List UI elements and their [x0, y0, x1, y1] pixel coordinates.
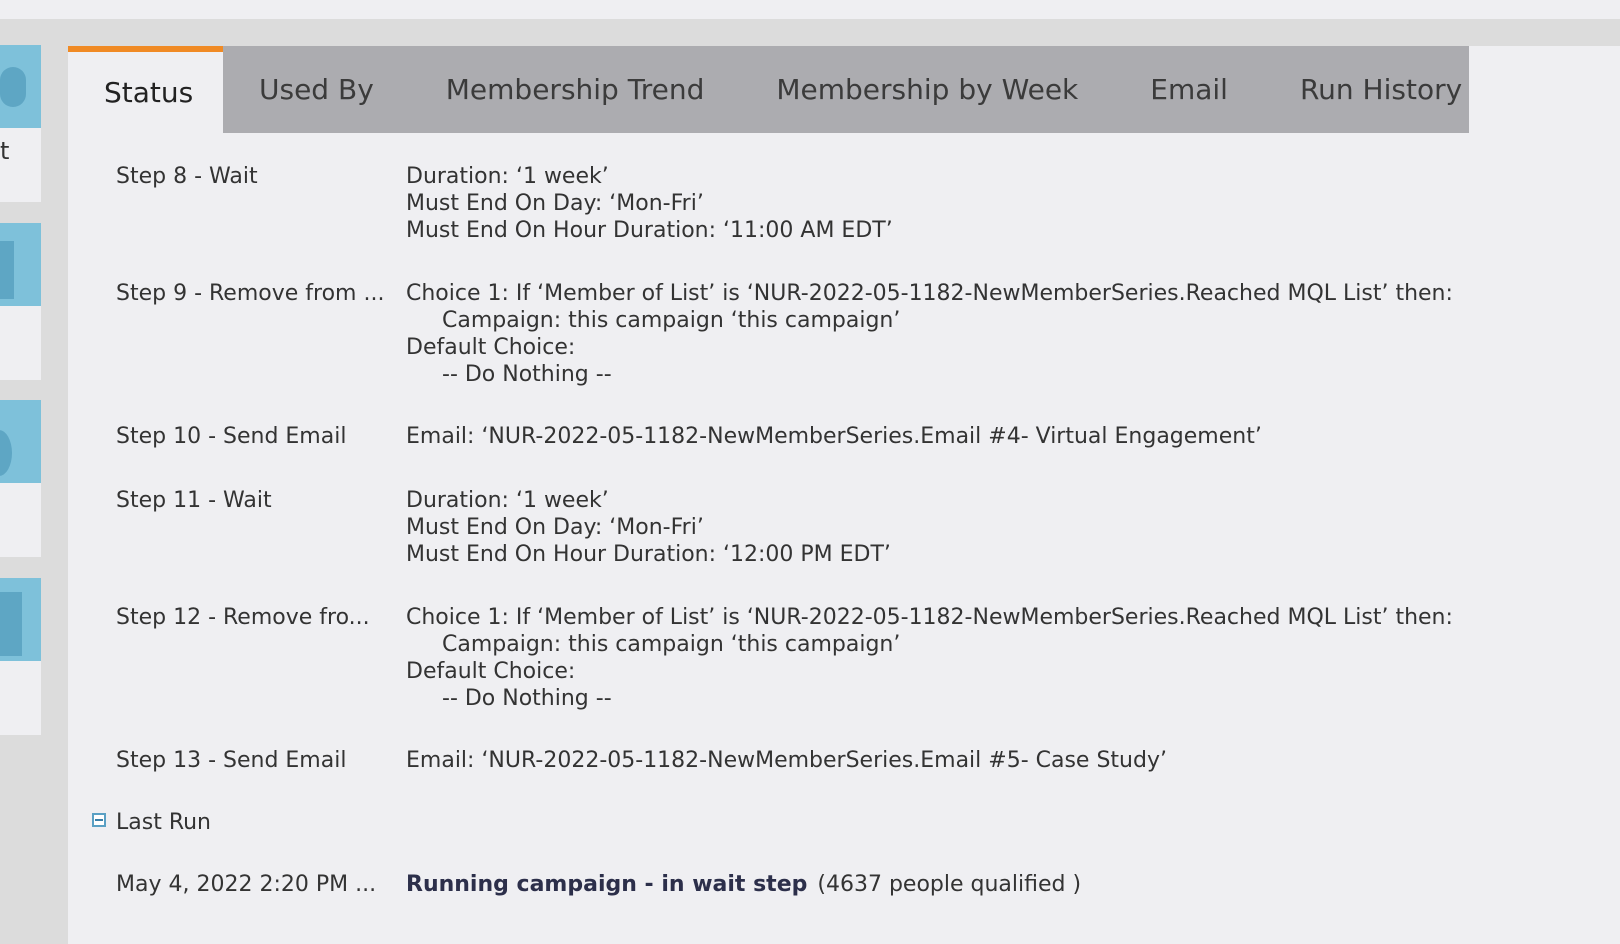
step-label: Step 13 - Send Email — [116, 748, 347, 773]
top-bar — [0, 0, 1620, 19]
step-choice-campaign: Campaign: this campaign ‘this campaign’ — [442, 632, 901, 657]
step-label: Step 8 - Wait — [116, 164, 258, 189]
step-label: Step 10 - Send Email — [116, 424, 347, 449]
last-run-details: Running campaign - in wait step (4637 peo… — [406, 871, 1081, 898]
last-run-heading: Last Run — [116, 810, 212, 835]
step-detail-line: Duration: ‘1 week’ — [406, 488, 609, 513]
tab-bar: Status Used By Membership Trend Membersh… — [68, 46, 1469, 133]
step-detail-line: Must End On Hour Duration: ‘12:00 PM EDT… — [406, 542, 891, 567]
tab-status[interactable]: Status — [68, 46, 223, 133]
step-choice: Choice 1: If ‘Member of List’ is ‘NUR-20… — [406, 605, 1453, 630]
step-choice: Choice 1: If ‘Member of List’ is ‘NUR-20… — [406, 281, 1453, 306]
tab-email[interactable]: Email — [1114, 46, 1264, 133]
rail-tile-4-icon — [0, 578, 41, 661]
rail-tile-1-label: t — [0, 137, 10, 165]
collapse-toggle-icon[interactable] — [92, 813, 106, 827]
last-run-status: Running campaign - in wait step — [406, 872, 808, 897]
rail-tile-3[interactable] — [0, 400, 41, 557]
step-label: Step 12 - Remove fro... — [116, 605, 370, 630]
step-default-choice: Default Choice: — [406, 659, 576, 684]
step-details: Email: ‘NUR-2022-05-1182-NewMemberSeries… — [406, 424, 1262, 449]
step-detail-line: Must End On Day: ‘Mon-Fri’ — [406, 191, 704, 216]
rail-tile-2[interactable] — [0, 223, 41, 380]
last-run-qualified-count: (4637 people qualified ) — [817, 872, 1082, 897]
step-choice-campaign: Campaign: this campaign ‘this campaign’ — [442, 308, 901, 333]
step-details: Choice 1: If ‘Member of List’ is ‘NUR-20… — [406, 604, 1453, 712]
step-details: Duration: ‘1 week’ Must End On Day: ‘Mon… — [406, 487, 891, 568]
tab-membership-by-week[interactable]: Membership by Week — [740, 46, 1114, 133]
step-label: Step 11 - Wait — [116, 488, 272, 513]
step-details: Choice 1: If ‘Member of List’ is ‘NUR-20… — [406, 280, 1453, 388]
last-run-timestamp: May 4, 2022 2:20 PM ... — [116, 872, 377, 897]
rail-tile-4[interactable] — [0, 578, 41, 735]
step-default-action: -- Do Nothing -- — [442, 686, 612, 711]
tab-membership-trend[interactable]: Membership Trend — [410, 46, 741, 133]
left-rail: t — [0, 19, 68, 944]
step-detail-line: Must End On Day: ‘Mon-Fri’ — [406, 515, 704, 540]
step-default-action: -- Do Nothing -- — [442, 362, 612, 387]
status-content: Step 8 - Wait Duration: ‘1 week’ Must En… — [68, 133, 1620, 944]
rail-tile-1-icon — [0, 45, 41, 128]
tab-run-history[interactable]: Run History — [1264, 46, 1498, 133]
step-label: Step 9 - Remove from ... — [116, 281, 385, 306]
rail-tile-3-icon — [0, 400, 41, 483]
step-details: Duration: ‘1 week’ Must End On Day: ‘Mon… — [406, 163, 893, 244]
rail-tile-2-icon — [0, 223, 41, 306]
tab-used-by[interactable]: Used By — [223, 46, 410, 133]
step-details: Email: ‘NUR-2022-05-1182-NewMemberSeries… — [406, 748, 1167, 773]
step-detail-line: Must End On Hour Duration: ‘11:00 AM EDT… — [406, 218, 893, 243]
step-detail-line: Duration: ‘1 week’ — [406, 164, 609, 189]
step-default-choice: Default Choice: — [406, 335, 576, 360]
rail-tile-1[interactable]: t — [0, 45, 41, 202]
